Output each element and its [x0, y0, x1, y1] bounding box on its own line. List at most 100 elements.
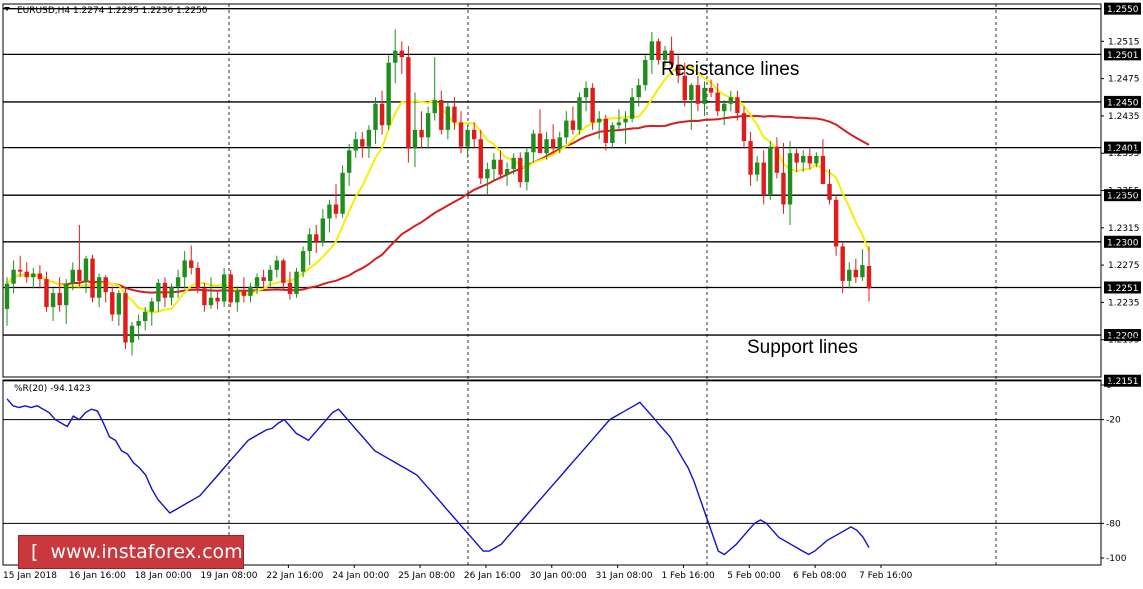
candle-body: [70, 269, 76, 284]
candle-body: [741, 113, 747, 142]
candle-body: [17, 269, 23, 272]
candle-body: [366, 129, 372, 147]
candle-body: [827, 183, 832, 200]
candle-body: [768, 146, 773, 196]
time-label: 22 Jan 16:00: [266, 571, 323, 581]
time-label: 7 Feb 16:00: [859, 571, 913, 581]
level-price-label: 1.2550: [1107, 5, 1139, 15]
candle-body: [800, 155, 806, 163]
time-label: 5 Feb 00:00: [727, 571, 781, 581]
candle-body: [261, 277, 266, 281]
candle-body: [432, 100, 437, 114]
candle-body: [636, 85, 641, 98]
price-tick-label: 1.2195: [1108, 336, 1140, 346]
candle-body: [761, 162, 766, 196]
level-price-label: 1.2251: [1107, 284, 1139, 294]
candle-body: [787, 153, 793, 205]
candle-body: [754, 162, 760, 175]
candle-body: [241, 290, 247, 296]
candle: [406, 45, 411, 163]
candle: [577, 92, 582, 135]
candle-body: [300, 251, 306, 272]
candle-body: [221, 274, 227, 302]
candle-body: [853, 269, 859, 278]
price-tick-label: 1.2315: [1108, 224, 1140, 234]
candle-body: [498, 159, 503, 175]
candle: [386, 55, 391, 130]
candle-body: [656, 41, 661, 60]
candle-body: [96, 277, 102, 298]
candle-body: [794, 153, 799, 163]
candle-body: [860, 265, 865, 278]
level-price-label: 1.2450: [1107, 98, 1139, 108]
candle-body: [268, 269, 273, 281]
candle-body: [31, 273, 36, 278]
candle-body: [320, 218, 326, 242]
price-tick-label: 1.2395: [1108, 149, 1140, 159]
candle-body: [83, 258, 89, 281]
time-label: 26 Jan 16:00: [464, 571, 521, 581]
candle-body: [577, 97, 582, 130]
candle-body: [518, 157, 523, 183]
candle-body: [708, 87, 714, 93]
candle-body: [524, 152, 530, 183]
price-chart: 1.25501.25011.24501.24011.23501.23001.22…: [0, 0, 1143, 585]
time-label: 31 Jan 08:00: [596, 571, 653, 581]
candle-body: [616, 122, 622, 126]
candle-body: [162, 282, 168, 298]
time-label: 15 Jan 2018: [3, 571, 57, 581]
candle-body: [182, 260, 187, 278]
candle-body: [603, 118, 608, 143]
chart-root: 1.2550 1.2501 1.2450 1.2401 1.2350 1.2300 1.22…: [0, 0, 1143, 589]
resistance-annotation: Resistance lines: [661, 59, 799, 80]
level-price-label: 1.2300: [1107, 238, 1139, 248]
candle-body: [623, 118, 628, 123]
candle-body: [156, 282, 161, 302]
candle-body: [123, 293, 128, 343]
candle-body: [807, 155, 812, 164]
candle-body: [452, 106, 457, 123]
candle-body: [722, 103, 727, 112]
candle-body: [774, 146, 780, 173]
candle-body: [103, 277, 108, 293]
candle-body: [379, 103, 385, 126]
candle-body: [274, 260, 279, 270]
candle-body: [136, 321, 141, 326]
price-tick-label: 1.2275: [1108, 261, 1140, 271]
indicator-tick-label: -80: [1106, 519, 1121, 529]
candle-body: [544, 139, 549, 154]
time-label: 1 Feb 16:00: [661, 571, 715, 581]
candle-body: [629, 97, 635, 119]
candle-body: [550, 139, 556, 149]
candle: [228, 269, 233, 308]
candle-body: [129, 325, 135, 343]
candle-body: [597, 118, 602, 123]
candle-body: [840, 246, 845, 281]
candle-body: [90, 258, 95, 298]
candle-body: [465, 129, 470, 147]
candle-body: [353, 139, 358, 151]
candle-body: [235, 290, 240, 303]
candle-body: [485, 169, 490, 179]
candle-body: [37, 273, 43, 280]
candle-body: [149, 301, 154, 312]
candle-body: [781, 172, 786, 205]
time-label: 30 Jan 00:00: [530, 571, 587, 581]
candle-body: [294, 271, 299, 295]
candle-body: [202, 288, 207, 306]
candle-body: [557, 137, 562, 149]
candle-body: [820, 155, 826, 184]
candle-body: [333, 204, 339, 214]
price-tick-label: 1.2435: [1108, 112, 1140, 122]
candle-body: [314, 234, 319, 242]
indicator-label: %R(20) -94.1423: [14, 384, 91, 394]
candle: [768, 141, 773, 200]
candle-body: [77, 269, 82, 281]
candle-body: [610, 125, 615, 143]
candle-body: [228, 274, 233, 303]
support-annotation: Support lines: [747, 337, 858, 358]
candle-body: [195, 267, 201, 289]
time-label: 25 Jan 08:00: [398, 571, 455, 581]
price-tick-label: 1.2235: [1108, 298, 1140, 308]
candle-body: [847, 269, 852, 281]
